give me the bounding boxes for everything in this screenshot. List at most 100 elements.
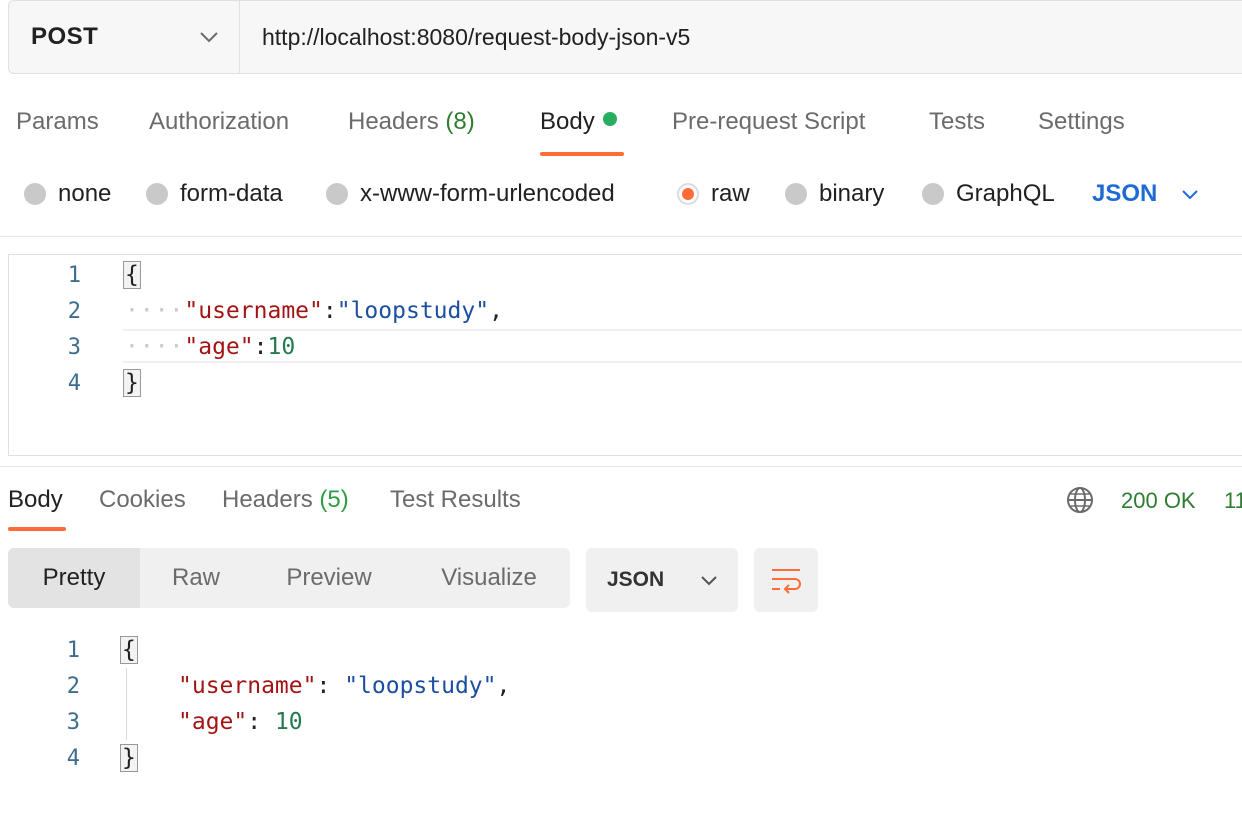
response-headers-count: (5) [319, 486, 349, 513]
json-comma: , [496, 673, 511, 699]
view-raw[interactable]: Raw [140, 548, 252, 608]
brace-close: } [123, 369, 141, 397]
tab-authorization[interactable]: Authorization [149, 108, 289, 136]
code-text: } [120, 744, 138, 772]
divider [0, 466, 1242, 467]
radio-label: form-data [180, 180, 283, 207]
radio-raw[interactable]: raw [677, 180, 750, 208]
tab-headers[interactable]: Headers (8) [348, 108, 475, 136]
code-text: "age": 10 [178, 709, 303, 735]
globe-icon[interactable] [1066, 486, 1094, 514]
code-text: } [123, 369, 141, 397]
radio-label: x-www-form-urlencoded [360, 180, 615, 207]
code-line: 4 } [0, 740, 1242, 776]
code-line: 1 { [0, 632, 1242, 668]
response-tab-test-results[interactable]: Test Results [390, 486, 521, 514]
tab-params[interactable]: Params [16, 108, 99, 136]
json-key: "username" [184, 298, 323, 324]
response-view-toggle: Pretty Raw Preview Visualize [8, 548, 570, 608]
tab-body-label: Body [540, 108, 595, 135]
line-number: 1 [66, 637, 80, 663]
code-text: ····"username":"loopstudy", [125, 298, 503, 324]
radio-button [24, 183, 46, 205]
request-url-bar: POST http://localhost:8080/request-body-… [8, 0, 1242, 74]
chevron-down-icon [200, 32, 218, 43]
response-active-tab-indicator [8, 527, 66, 531]
response-tab-cookies[interactable]: Cookies [99, 486, 186, 514]
tab-body[interactable]: Body [540, 108, 617, 136]
tab-settings[interactable]: Settings [1038, 108, 1125, 136]
headers-count: (8) [445, 108, 475, 135]
body-modified-dot [602, 112, 617, 126]
code-text: { [120, 636, 138, 664]
json-comma: , [489, 298, 503, 324]
json-number: 10 [274, 709, 303, 735]
json-colon: : [322, 298, 337, 324]
radio-label: binary [819, 180, 885, 207]
code-line: 3 ····"age":10 [9, 329, 1242, 365]
response-tab-headers[interactable]: Headers (5) [222, 486, 349, 514]
tab-tests[interactable]: Tests [929, 108, 985, 136]
radio-x-www-form-urlencoded[interactable]: x-www-form-urlencoded [326, 180, 615, 208]
response-tab-headers-label: Headers [222, 486, 313, 513]
body-language-select[interactable]: JSON [1092, 180, 1199, 208]
active-tab-indicator [540, 152, 624, 156]
json-number: 10 [267, 334, 296, 360]
chevron-down-icon [1182, 189, 1199, 199]
code-text: "username": "loopstudy", [178, 673, 510, 699]
radio-label: none [58, 180, 112, 207]
format-label: JSON [607, 568, 665, 591]
indent-dots: ···· [125, 334, 185, 360]
code-text: ····"age":10 [125, 334, 295, 360]
request-tabs: Params Authorization Headers (8) Body Pr… [0, 108, 1242, 158]
json-key: "age" [184, 334, 254, 360]
wrap-lines-icon [772, 569, 801, 594]
radio-button [785, 183, 807, 205]
method-select[interactable]: POST [9, 1, 240, 73]
wrap-lines-button[interactable] [754, 548, 818, 612]
code-line: 2 "username": "loopstudy", [0, 668, 1242, 704]
body-type-selector: none form-data x-www-form-urlencoded raw… [0, 180, 1242, 212]
response-format-select[interactable]: JSON [586, 548, 738, 612]
chevron-down-icon [701, 575, 717, 585]
radio-button-selected [677, 183, 699, 205]
code-text: { [123, 261, 141, 289]
radio-button [146, 183, 168, 205]
json-string: "loopstudy" [336, 298, 490, 324]
view-pretty[interactable]: Pretty [8, 548, 140, 608]
json-colon: : [253, 334, 268, 360]
radio-form-data[interactable]: form-data [146, 180, 283, 208]
json-string: "loopstudy" [344, 673, 497, 699]
view-visualize[interactable]: Visualize [424, 548, 554, 608]
request-body-editor[interactable]: 1 { 2 ····"username":"loopstudy", 3 ····… [8, 254, 1242, 456]
method-label: POST [31, 23, 99, 50]
json-colon: : [247, 709, 275, 735]
line-number: 4 [67, 370, 81, 396]
json-key: "age" [178, 709, 248, 735]
code-line: 3 "age": 10 [0, 704, 1242, 740]
brace-close: } [120, 744, 138, 772]
brace-open: { [123, 261, 141, 289]
response-body-viewer[interactable]: 1 { 2 "username": "loopstudy", 3 "age": … [0, 632, 1242, 782]
view-preview[interactable]: Preview [264, 548, 394, 608]
radio-none[interactable]: none [24, 180, 111, 208]
tab-headers-label: Headers [348, 108, 439, 135]
line-number: 2 [67, 298, 81, 324]
json-key: "username" [178, 673, 317, 699]
brace-open: { [120, 636, 138, 664]
url-input[interactable]: http://localhost:8080/request-body-json-… [240, 1, 690, 73]
radio-binary[interactable]: binary [785, 180, 884, 208]
response-time[interactable]: 11 [1224, 488, 1242, 514]
line-number: 4 [66, 745, 80, 771]
tab-pre-request-script[interactable]: Pre-request Script [672, 108, 865, 136]
response-tab-body[interactable]: Body [8, 486, 63, 514]
radio-graphql[interactable]: GraphQL [922, 180, 1055, 208]
code-line: 2 ····"username":"loopstudy", [9, 293, 1242, 329]
divider [0, 236, 1242, 237]
status-code[interactable]: 200 OK [1121, 488, 1196, 514]
json-colon: : [316, 673, 345, 699]
radio-label: GraphQL [956, 180, 1055, 207]
line-number: 2 [66, 673, 80, 699]
radio-button [922, 183, 944, 205]
radio-label: raw [711, 180, 750, 207]
